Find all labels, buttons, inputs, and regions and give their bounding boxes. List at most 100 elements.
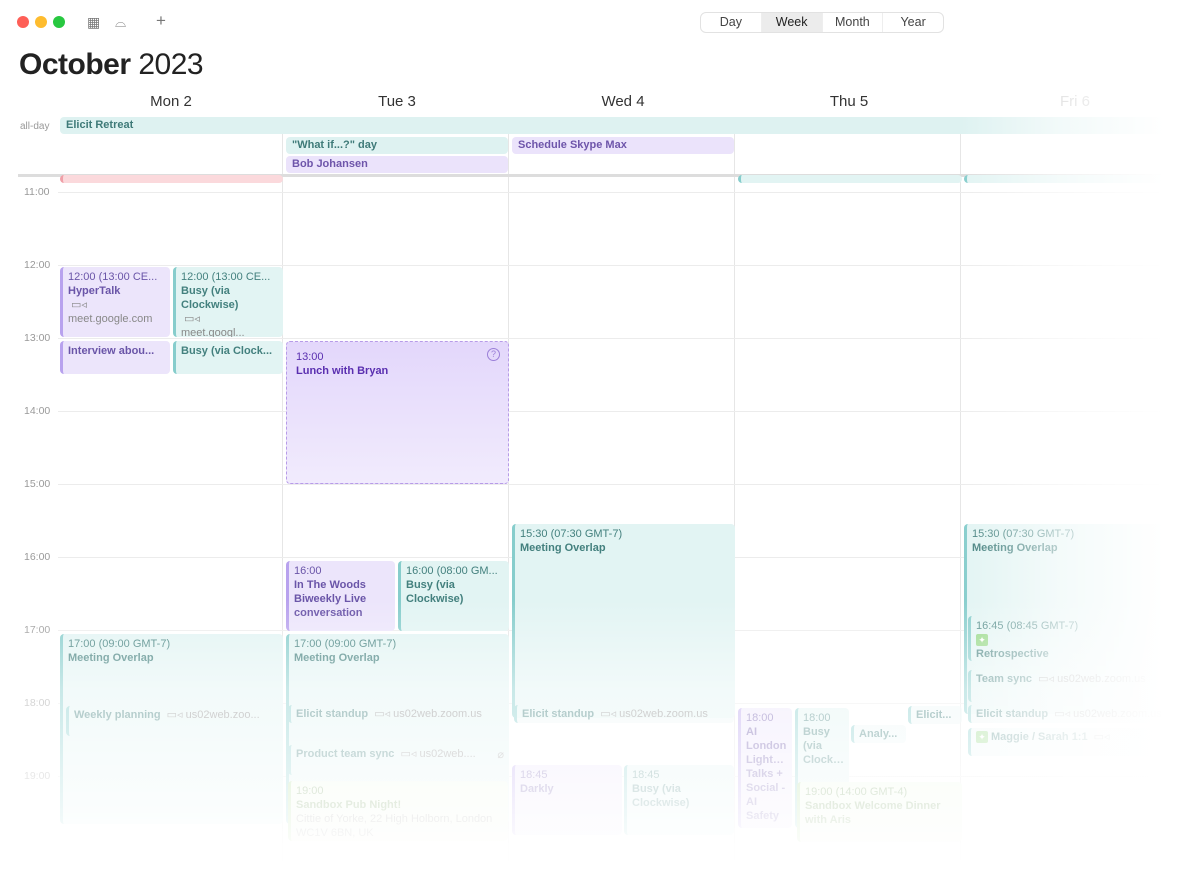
event-location: us02web.zoom.us <box>393 708 482 720</box>
calendar-event[interactable]: Product team sync ▭◃ us02web.... ⌀ <box>288 745 508 775</box>
video-icon: ▭◃ <box>600 708 617 720</box>
video-icon: ▭◃ <box>71 299 87 311</box>
event-location: us02web.zoom.us <box>1057 673 1146 685</box>
event-title: Busy (via Clockwise) <box>181 285 239 311</box>
all-day-event[interactable]: Bob Johansen <box>286 156 508 173</box>
event-time: 19:00 (14:00 GMT-4) <box>805 786 908 798</box>
hour-line <box>58 265 1200 266</box>
hour-label: 12:00 <box>24 259 51 271</box>
event-time: 18:45 <box>632 769 660 781</box>
video-icon: ▭◃ <box>166 709 183 721</box>
calendar-event[interactable]: Elicit standup ▭◃ us02web.zoom.us <box>288 705 508 723</box>
event-title: Meeting Overlap <box>68 652 154 664</box>
event-time: 12:00 (13:00 CE... <box>68 271 158 283</box>
calendar-event[interactable] <box>738 175 962 183</box>
calendar-event[interactable]: 18:00 AI London Lightning Talks + Social … <box>738 708 792 828</box>
event-title: Team sync <box>976 673 1033 685</box>
event-location: meet.google.com <box>68 313 153 325</box>
event-time: 16:00 <box>294 565 322 577</box>
view-year-button[interactable]: Year <box>883 13 943 32</box>
calendar-event[interactable]: 16:45 (08:45 GMT-7)✦Retrospective ▭◃ us0… <box>968 616 1188 661</box>
calendar-icon[interactable]: ▦ <box>87 14 100 31</box>
calendar-event[interactable]: Elicit... <box>908 706 962 724</box>
calendar-event[interactable] <box>964 175 1188 183</box>
plus-icon[interactable]: + <box>156 11 166 31</box>
day-header[interactable]: Mon 2 <box>58 93 284 110</box>
minimize-window-button[interactable] <box>35 16 47 28</box>
all-day-event[interactable]: Elicit Retreat <box>60 117 1188 134</box>
calendar-event[interactable]: 18:45 Darkly <box>512 765 622 835</box>
event-title: Meeting Overlap <box>520 542 606 554</box>
hour-label: 16:00 <box>24 551 51 563</box>
day-header[interactable]: Fri 6 <box>962 93 1188 110</box>
close-window-button[interactable] <box>17 16 29 28</box>
all-day-event[interactable]: "What if...?" day <box>286 137 508 154</box>
event-title: Meeting Overlap <box>294 652 380 664</box>
calendar-event[interactable]: Interview abou... <box>60 341 170 374</box>
event-title: Retrospective <box>976 648 1049 660</box>
calendar-event[interactable]: 16:00 In The Woods Biweekly Live conversa… <box>286 561 395 631</box>
event-title: Analy... <box>859 728 898 740</box>
calendar-event[interactable] <box>60 175 283 183</box>
inbox-icon[interactable]: ⌓ <box>115 14 126 31</box>
video-icon: ▭◃ <box>374 708 391 720</box>
event-title: Weekly planning <box>74 709 161 721</box>
calendar-event[interactable]: Elicit standup ▭◃ us02web.zoom.us <box>514 705 734 723</box>
day-header[interactable]: Wed 4 <box>510 93 736 110</box>
zoom-window-button[interactable] <box>53 16 65 28</box>
event-location: us02web.zoo... <box>185 709 260 721</box>
calendar-event[interactable]: Busy (via Clock... <box>173 341 283 374</box>
video-icon: ▭◃ <box>1038 673 1055 685</box>
all-day-label: all-day <box>20 121 50 132</box>
view-day-button[interactable]: Day <box>701 13 762 32</box>
event-title: Lunch with Bryan <box>296 365 389 377</box>
calendar-event[interactable]: 18:45 Busy (via Clockwise) <box>624 765 734 835</box>
event-time: 12:00 (13:00 CE... <box>181 271 271 283</box>
event-time: 18:00 <box>803 712 831 724</box>
calendar-event[interactable]: Team sync ▭◃ us02web.zoom.us <box>968 670 1188 702</box>
event-title: Elicit standup <box>522 708 595 720</box>
event-title: Interview abou... <box>68 345 155 357</box>
event-location: meet.googl... <box>181 327 245 337</box>
video-icon: ▭◃ <box>184 313 200 325</box>
calendar-event[interactable]: 12:00 (13:00 CE... HyperTalk ▭◃ meet.goog… <box>60 267 170 337</box>
event-title: Busy (via Clockwise) <box>406 579 464 605</box>
event-time: 16:45 (08:45 GMT-7) <box>976 620 1079 632</box>
calendar-event[interactable]: 12:00 (13:00 CE... Busy (via Clockwise) ▭… <box>173 267 283 337</box>
calendar-event[interactable]: 16:00 (08:00 GM... Busy (via Clockwise) <box>398 561 509 631</box>
paperclip-icon: ⌀ <box>497 749 504 761</box>
question-icon[interactable]: ? <box>487 348 500 361</box>
video-icon: ▭◃ <box>400 748 417 760</box>
event-title: Product team sync <box>296 748 395 760</box>
event-title: In The Woods Biweekly Live conversation <box>294 579 367 619</box>
event-title: Busy (via Clockwise) <box>803 726 844 766</box>
event-time: 18:00 <box>746 712 774 724</box>
event-time: 17:00 (09:00 GMT-7) <box>294 638 397 650</box>
calendar-event[interactable]: 15:30 (07:30 GMT-7) Meeting Overlap <box>512 524 735 718</box>
all-day-event[interactable]: Schedule Skype Max <box>512 137 734 154</box>
day-header[interactable]: Thu 5 <box>736 93 962 110</box>
event-location: Cittie of Yorke, 22 High Holborn, London… <box>296 813 493 839</box>
day-header[interactable]: Tue 3 <box>284 93 510 110</box>
sparkle-icon: ✦ <box>976 634 988 646</box>
calendar-event[interactable]: ✦ Maggie / Sarah 1:1 ▭◃ <box>968 728 1188 756</box>
event-title: Sandbox Welcome Dinner with Aris <box>805 800 941 826</box>
day-divider <box>1186 117 1187 896</box>
day-divider <box>734 117 735 896</box>
hour-line <box>58 484 1200 485</box>
hour-label: 15:00 <box>24 478 51 490</box>
view-month-button[interactable]: Month <box>823 13 884 32</box>
calendar-event[interactable]: Elicit standup ▭◃ us02web.zoom.us <box>968 705 1188 723</box>
event-title: Sandbox Pub Night! <box>296 799 402 811</box>
calendar-event[interactable]: 19:00 (14:00 GMT-4) Sandbox Welcome Dinne… <box>797 782 962 842</box>
calendar-event[interactable]: 19:00 Sandbox Pub Night! Cittie of Yorke,… <box>288 781 508 841</box>
calendar-event[interactable]: Analy... <box>851 725 906 743</box>
day-divider <box>960 117 961 896</box>
event-title: Elicit standup <box>976 708 1049 720</box>
event-title: Elicit... <box>916 709 952 721</box>
event-title: Busy (via Clock... <box>181 345 273 357</box>
view-week-button[interactable]: Week <box>761 13 823 32</box>
calendar-event[interactable]: 13:00 Lunch with Bryan? <box>286 341 509 484</box>
calendar-event[interactable]: Weekly planning ▭◃ us02web.zoo... <box>66 706 283 736</box>
hour-line <box>58 338 1200 339</box>
